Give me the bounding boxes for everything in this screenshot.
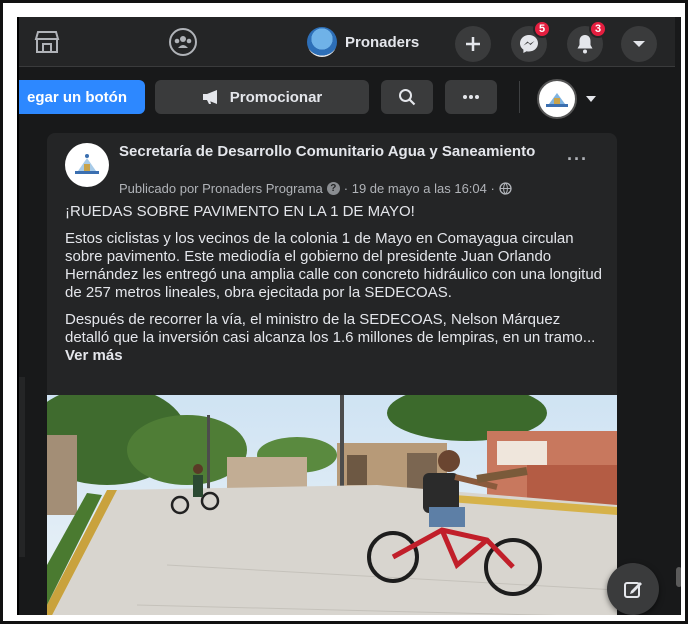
post-card: Secretaría de Desarrollo Comunitario Agu… [47,133,617,615]
globe-icon [499,182,512,195]
compose-button[interactable] [607,563,659,615]
groups-icon[interactable] [167,27,199,57]
search-icon [399,89,416,106]
compose-icon [624,582,642,598]
account-menu-button[interactable] [621,26,657,62]
page-logo-avatar [537,79,577,119]
post-headline: ¡RUEDAS SOBRE PAVIMENTO EN LA 1 DE MAYO! [65,203,415,220]
caret-down-icon [586,96,596,102]
notifications-button[interactable]: 3 [567,20,607,62]
post-author[interactable]: Secretaría de Desarrollo Comunitario Agu… [119,143,539,161]
more-dots-icon [463,95,479,99]
caret-down-icon [633,41,645,47]
promote-label: Promocionar [229,88,323,106]
scrollbar-thumb[interactable] [676,567,681,587]
add-button-button[interactable]: egar un botón [19,80,145,114]
post-published-by[interactable]: Publicado por Pronaders Programa [119,181,323,196]
page-avatar-small [307,27,337,57]
create-button[interactable] [455,26,491,62]
megaphone-icon [202,90,217,104]
see-more-link[interactable]: Ver más [65,347,123,364]
post-meta: Publicado por Pronaders Programa ? · 19 … [119,181,512,196]
page-name: Pronaders [345,33,420,51]
post-date[interactable]: · 19 de mayo a las 16:04 · [344,181,495,196]
search-button[interactable] [381,80,433,114]
add-button-label: egar un botón [27,88,127,106]
scrollbar[interactable] [675,17,681,615]
promote-button[interactable]: Promocionar [155,80,369,114]
post-photo[interactable] [47,395,617,615]
messenger-button[interactable]: 5 [511,20,551,62]
messenger-icon [520,35,538,53]
store-icon[interactable] [33,29,61,55]
more-actions-button[interactable] [445,80,497,114]
post-paragraph-1: Estos ciclistas y los vecinos de la colo… [65,230,603,301]
post-paragraph-2-text: Después de recorrer la vía, el ministro … [65,311,596,346]
messenger-badge: 5 [533,20,551,38]
plus-icon [466,37,480,51]
bell-icon [577,35,593,54]
action-divider [519,81,520,113]
post-body: ¡RUEDAS SOBRE PAVIMENTO EN LA 1 DE MAYO!… [65,203,605,374]
page-switcher[interactable] [537,79,597,119]
post-options-button[interactable]: ··· [567,149,588,170]
window-frame: Pronaders 5 3 egar un botón Promocionar … [0,0,688,624]
help-icon[interactable]: ? [326,182,340,195]
page-profile-chip[interactable]: Pronaders [307,25,419,59]
left-panel-edge [19,377,25,557]
top-navigation: Pronaders 5 3 [19,17,681,67]
post-paragraph-2: Después de recorrer la vía, el ministro … [65,311,605,365]
notifications-badge: 3 [589,20,607,38]
author-avatar[interactable] [65,143,109,187]
facebook-page: Pronaders 5 3 egar un botón Promocionar … [17,17,681,615]
